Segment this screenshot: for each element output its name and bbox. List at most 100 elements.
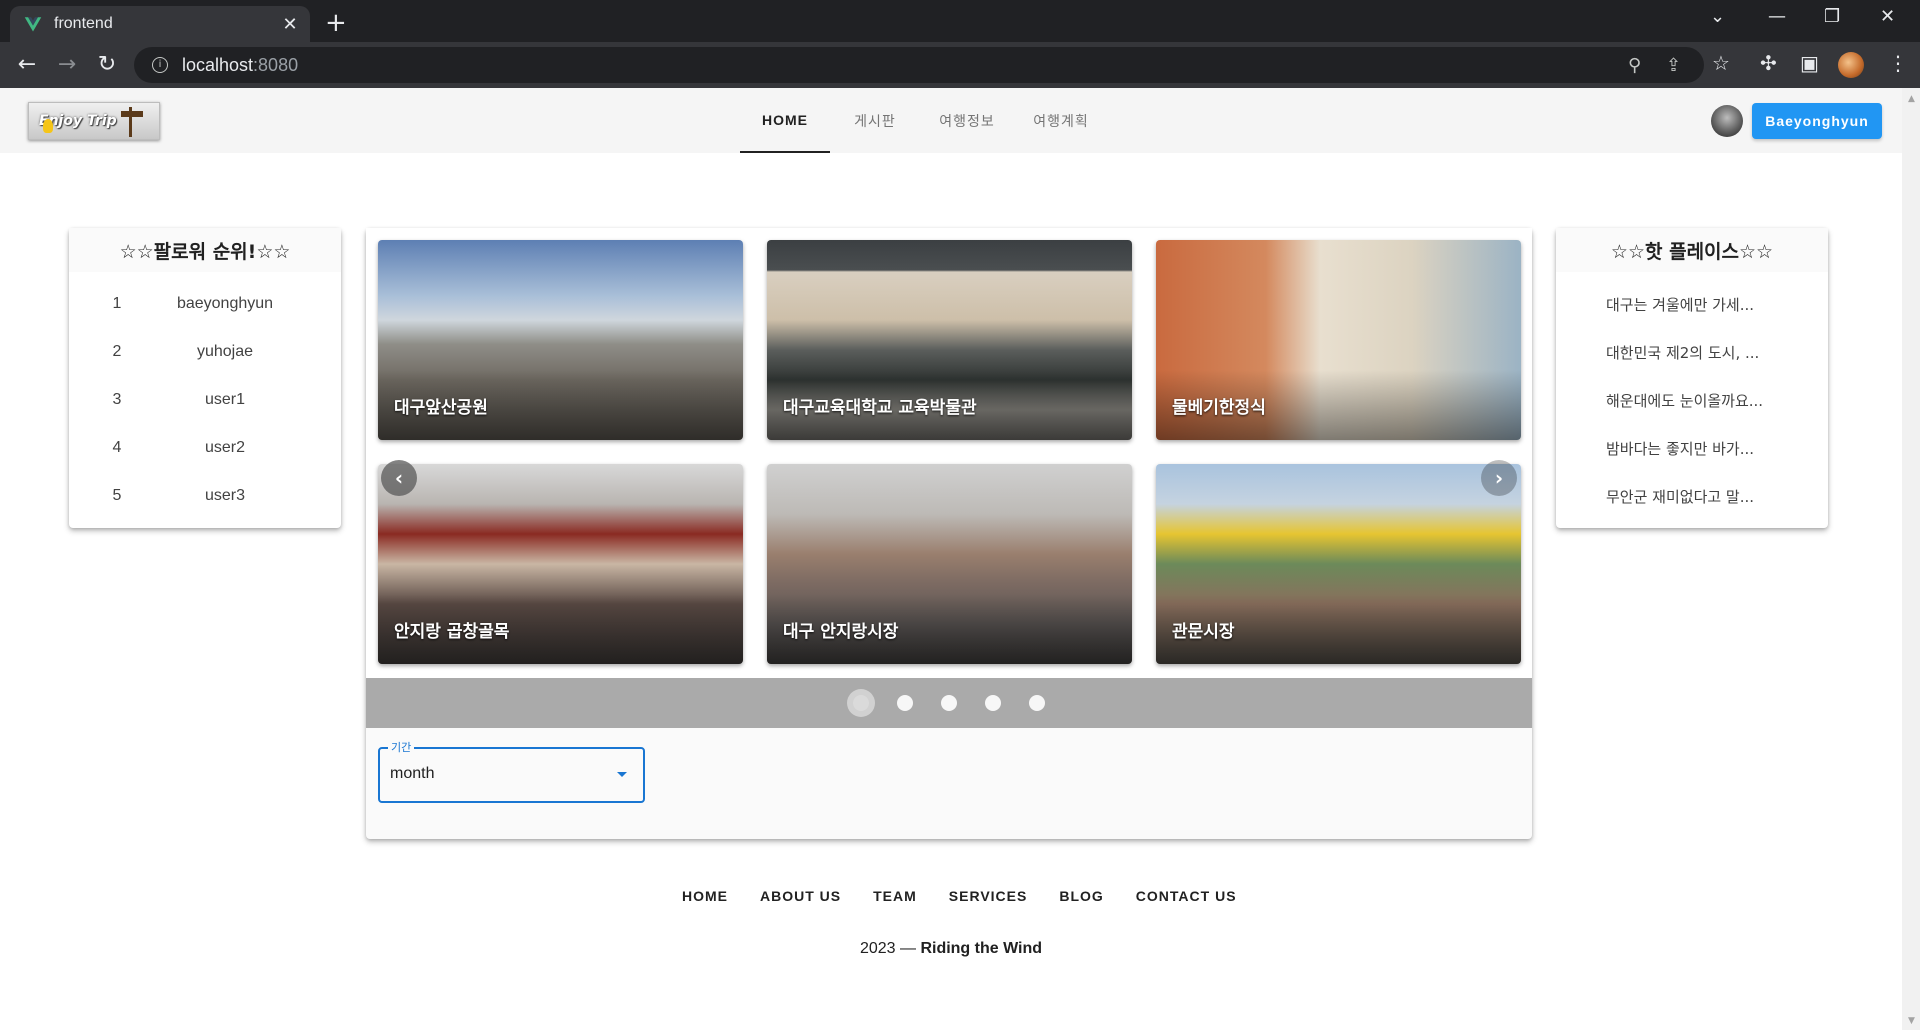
- site-info-icon[interactable]: i: [152, 57, 168, 73]
- ranking-number: 2: [112, 343, 122, 360]
- period-select[interactable]: 기간 month: [378, 739, 645, 803]
- zoom-icon[interactable]: ⚲: [1628, 55, 1641, 76]
- footer-link-about[interactable]: ABOUT US: [760, 888, 841, 904]
- carousel-slide[interactable]: 물베기한정식: [1156, 240, 1521, 440]
- reload-icon[interactable]: ↻: [92, 50, 122, 80]
- carousel-dot[interactable]: [897, 695, 913, 711]
- ranking-number: 3: [112, 391, 122, 408]
- new-tab-icon[interactable]: +: [325, 8, 347, 38]
- carousel-slide[interactable]: 안지랑 곱창골목: [378, 464, 743, 664]
- footer-link-blog[interactable]: BLOG: [1059, 888, 1103, 904]
- back-icon[interactable]: ←: [12, 50, 42, 80]
- nav-tab-travel-plan[interactable]: 여행계획: [1014, 88, 1108, 153]
- url-port: :8080: [253, 54, 299, 75]
- forward-icon[interactable]: →: [52, 50, 82, 80]
- tab-title: frontend: [54, 15, 113, 32]
- carousel-prev-icon[interactable]: ‹: [381, 460, 417, 496]
- footer-year: 2023 —: [859, 940, 921, 957]
- carousel-dot[interactable]: [847, 689, 875, 717]
- ranking-row[interactable]: 3 user1: [69, 380, 341, 420]
- hot-place-item[interactable]: 대구는 겨울에만 가세...: [1606, 284, 1806, 324]
- main-nav: HOME 게시판 여행정보 여행계획: [740, 88, 1108, 153]
- nav-tab-home[interactable]: HOME: [740, 88, 830, 153]
- page: Enjoy Trip HOME 게시판 여행정보 여행계획 Baeyonghyu…: [0, 88, 1902, 1030]
- carousel-slide[interactable]: 관문시장: [1156, 464, 1521, 664]
- page-scrollbar[interactable]: ▲ ▼: [1902, 88, 1920, 1030]
- hot-place-item[interactable]: 해운대에도 눈이올까요...: [1606, 380, 1806, 420]
- carousel-next-icon[interactable]: ›: [1481, 460, 1517, 496]
- carousel-dots: [366, 678, 1532, 728]
- app-header: Enjoy Trip HOME 게시판 여행정보 여행계획 Baeyonghyu…: [0, 88, 1902, 153]
- browser-tab[interactable]: frontend ✕: [10, 6, 310, 42]
- close-window-icon[interactable]: ✕: [1880, 6, 1895, 27]
- place-carousel: 대구앞산공원 대구교육대학교 교육박물관 물베기한정식 안지랑 곱창골목 대구 …: [366, 228, 1532, 728]
- carousel-slide[interactable]: 대구 안지랑시장: [767, 464, 1132, 664]
- ranking-username: user2: [204, 439, 246, 456]
- side-panel-icon[interactable]: ▣: [1800, 51, 1819, 75]
- footer-links: HOME ABOUT US TEAM SERVICES BLOG CONTACT…: [666, 888, 1253, 904]
- minimize-icon[interactable]: —: [1768, 6, 1786, 27]
- ranking-username: baeyonghyun: [176, 295, 274, 312]
- carousel-slide[interactable]: 대구교육대학교 교육박물관: [767, 240, 1132, 440]
- footer-link-services[interactable]: SERVICES: [949, 888, 1028, 904]
- caret-down-icon[interactable]: [617, 772, 627, 777]
- slide-label: 안지랑 곱창골목: [394, 622, 510, 642]
- extensions-icon[interactable]: ✣: [1760, 51, 1777, 75]
- slide-label: 관문시장: [1172, 622, 1235, 642]
- period-select-value: month: [390, 765, 435, 782]
- footer-brand: Riding the Wind: [920, 940, 1043, 957]
- carousel-dot[interactable]: [941, 695, 957, 711]
- ranking-number: 5: [112, 487, 122, 504]
- period-select-label: 기간: [388, 739, 415, 755]
- user-avatar[interactable]: [1711, 105, 1743, 137]
- footer-link-home[interactable]: HOME: [682, 888, 728, 904]
- vue-logo-icon: [24, 17, 42, 32]
- ranking-username: user3: [204, 487, 246, 504]
- profile-avatar[interactable]: [1838, 52, 1864, 78]
- ranking-row[interactable]: 4 user2: [69, 428, 341, 468]
- footer-link-contact[interactable]: CONTACT US: [1136, 888, 1237, 904]
- follower-ranking-title: ☆☆팔로워 순위!☆☆: [69, 228, 341, 272]
- tab-close-icon[interactable]: ✕: [278, 14, 302, 35]
- signpost-board-icon: [121, 111, 143, 117]
- ranking-number: 1: [112, 295, 122, 312]
- ranking-row[interactable]: 5 user3: [69, 476, 341, 516]
- hot-place-item[interactable]: 무안군 재미없다고 말...: [1606, 476, 1806, 516]
- slide-label: 대구 안지랑시장: [783, 622, 899, 642]
- ranking-row[interactable]: 1 baeyonghyun: [69, 284, 341, 324]
- slide-label: 대구교육대학교 교육박물관: [783, 398, 977, 418]
- user-button[interactable]: Baeyonghyun: [1752, 103, 1882, 139]
- address-bar[interactable]: i localhost :8080 ⚲ ⇪: [134, 47, 1704, 83]
- ranking-row[interactable]: 2 yuhojae: [69, 332, 341, 372]
- hot-places-title: ☆☆핫 플레이스☆☆: [1556, 228, 1828, 272]
- nav-tab-travel-info[interactable]: 여행정보: [920, 88, 1014, 153]
- carousel-dot[interactable]: [1029, 695, 1045, 711]
- slide-label: 대구앞산공원: [394, 398, 488, 418]
- browser-tabstrip: frontend ✕ + ⌄ — ❐ ✕: [0, 0, 1920, 42]
- browser-toolbar: ← → ↻ i localhost :8080 ⚲ ⇪ ☆ ✣ ▣ ⋮: [0, 42, 1920, 88]
- share-icon[interactable]: ⇪: [1666, 55, 1681, 76]
- restore-icon[interactable]: ❐: [1824, 6, 1840, 27]
- slide-label: 물베기한정식: [1172, 398, 1266, 418]
- main-card: 대구앞산공원 대구교육대학교 교육박물관 물베기한정식 안지랑 곱창골목 대구 …: [366, 228, 1532, 839]
- scroll-down-icon[interactable]: ▼: [1908, 1016, 1915, 1026]
- hot-places-card: ☆☆핫 플레이스☆☆ 대구는 겨울에만 가세... 대한민국 제2의 도시, .…: [1556, 228, 1828, 528]
- ranking-username: user1: [204, 391, 246, 408]
- nav-tab-board[interactable]: 게시판: [830, 88, 920, 153]
- carousel-dot[interactable]: [985, 695, 1001, 711]
- url-host: localhost: [182, 54, 254, 75]
- ranking-number: 4: [112, 439, 122, 456]
- scroll-up-icon[interactable]: ▲: [1908, 94, 1915, 104]
- footer-copyright: 2023 — Riding the Wind: [0, 940, 1902, 958]
- lightbulb-icon: [43, 119, 53, 133]
- footer-link-team[interactable]: TEAM: [873, 888, 917, 904]
- bookmark-star-icon[interactable]: ☆: [1712, 51, 1730, 75]
- hot-place-item[interactable]: 밤바다는 좋지만 바가...: [1606, 428, 1806, 468]
- follower-ranking-card: ☆☆팔로워 순위!☆☆ 1 baeyonghyun 2 yuhojae 3 us…: [69, 228, 341, 528]
- carousel-slide[interactable]: 대구앞산공원: [378, 240, 743, 440]
- menu-icon[interactable]: ⋮: [1888, 51, 1908, 75]
- enjoy-trip-logo[interactable]: Enjoy Trip: [28, 102, 160, 140]
- hot-place-item[interactable]: 대한민국 제2의 도시, ...: [1606, 332, 1806, 372]
- tab-search-icon[interactable]: ⌄: [1710, 6, 1725, 27]
- ranking-username: yuhojae: [196, 343, 254, 360]
